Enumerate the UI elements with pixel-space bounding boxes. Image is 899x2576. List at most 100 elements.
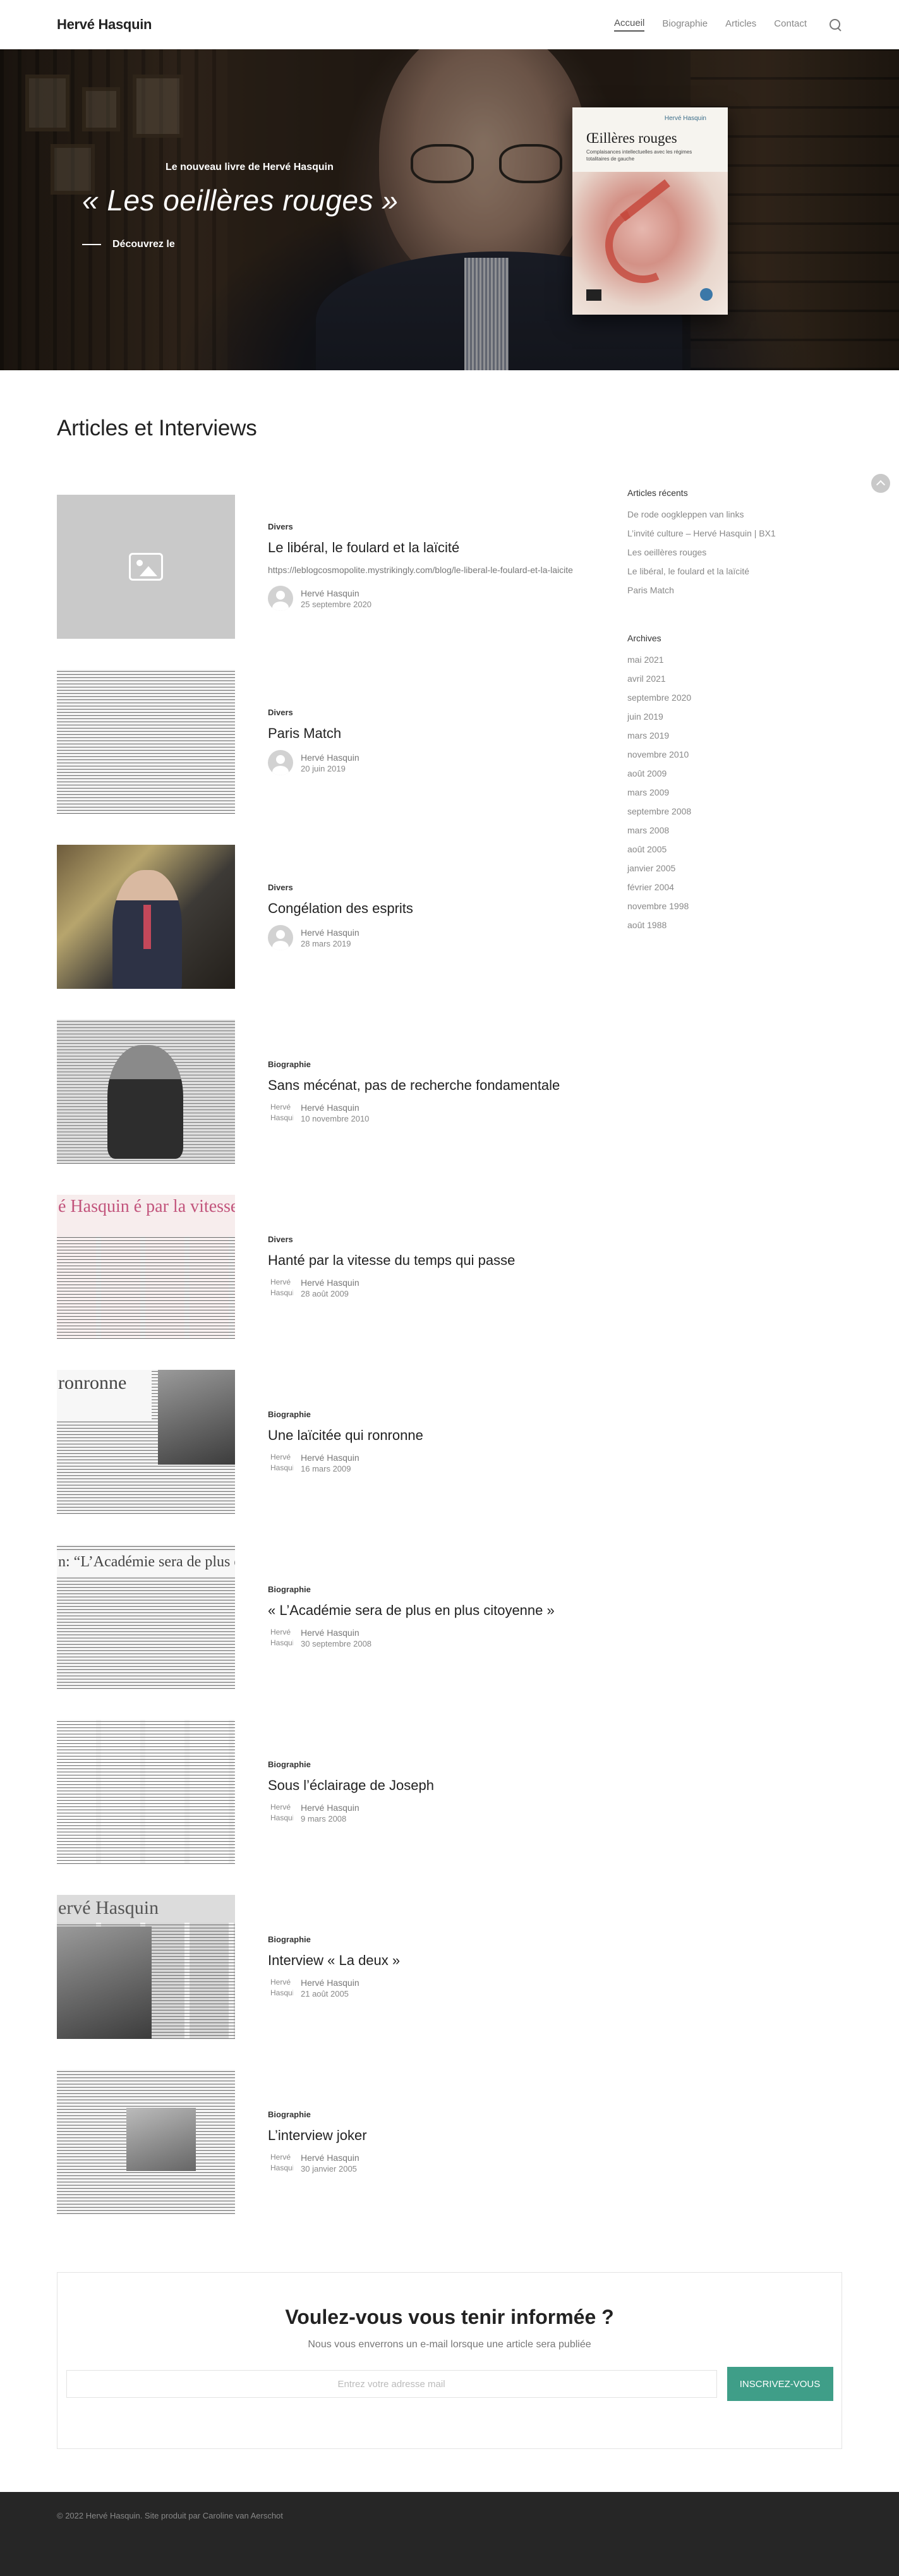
discover-label: Découvrez le [112,239,175,250]
article-category[interactable]: Biographie [268,1060,591,1069]
article-title[interactable]: L’interview joker [268,2127,591,2145]
article-title[interactable]: Paris Match [268,725,591,743]
article-title[interactable]: Sous l’éclairage de Joseph [268,1777,591,1795]
article-category[interactable]: Divers [268,1235,591,1244]
thumbnail-headline: ronronne [57,1369,152,1420]
article-title[interactable]: Interview « La deux » [268,1952,591,1970]
author-name[interactable]: Hervé Hasquin [301,928,359,938]
hero-subtitle: Le nouveau livre de Hervé Hasquin [166,162,334,172]
author-avatar-broken: Hervé Hasquin [270,1803,293,1823]
footer-copyright: © 2022 Hervé Hasquin. Site produit par C… [57,2511,283,2520]
thumbnail-photo [57,1926,152,2039]
article-thumbnail[interactable]: ronronne [57,1369,235,1514]
section-title: Articles et Interviews [57,416,257,440]
archive-link[interactable]: janvier 2005 [627,863,842,873]
archive-link[interactable]: juin 2019 [627,711,842,722]
author-name[interactable]: Hervé Hasquin [301,2153,359,2163]
sidebar: Articles récents De rode oogkleppen van … [627,479,842,2229]
post-date: 21 août 2005 [301,1988,349,1999]
author-avatar [268,925,293,951]
author-avatar-broken: Hervé Hasquin [270,1628,293,1648]
article-category[interactable]: Divers [268,883,591,892]
author-name[interactable]: Hervé Hasquin [301,753,359,763]
publisher-logo [586,289,601,301]
recent-post-link[interactable]: Paris Match [627,585,842,595]
site-footer: © 2022 Hervé Hasquin. Site produit par C… [0,2492,899,2576]
article-category[interactable]: Biographie [268,1410,591,1419]
archive-link[interactable]: novembre 1998 [627,901,842,911]
recent-post-link[interactable]: De rode oogkleppen van links [627,509,842,519]
archive-link[interactable]: avril 2021 [627,674,842,684]
email-field[interactable] [66,2370,717,2398]
author-name[interactable]: Hervé Hasquin [301,1103,369,1113]
recent-posts-list: De rode oogkleppen van links L’invité cul… [627,509,842,595]
author-avatar-broken: Hervé Hasquin [270,1453,293,1473]
thumbnail-photo [158,1369,235,1465]
search-icon[interactable] [828,18,842,32]
article-item: ronronne Biographie Une laïcitée qui ron… [57,1354,591,1529]
author-name[interactable]: Hervé Hasquin [301,1978,359,1988]
archive-link[interactable]: mars 2008 [627,825,842,835]
author-name[interactable]: Hervé Hasquin [301,588,371,598]
article-title[interactable]: Hanté par la vitesse du temps qui passe [268,1252,591,1270]
book-cover[interactable]: Hervé Hasquin Œillères rouges Complaisan… [572,107,728,315]
author-name[interactable]: Hervé Hasquin [301,1803,359,1813]
article-title[interactable]: « L’Académie sera de plus en plus citoye… [268,1602,591,1620]
nav-contact[interactable]: Contact [774,18,807,31]
archive-link[interactable]: mars 2019 [627,730,842,741]
article-thumbnail[interactable] [57,1719,235,1864]
recent-post-link[interactable]: L’invité culture – Hervé Hasquin | BX1 [627,528,842,538]
article-item: Biographie Sous l’éclairage de Joseph He… [57,1704,591,1879]
archive-link[interactable]: mai 2021 [627,655,842,665]
article-title[interactable]: Le libéral, le foulard et la laïcité [268,539,591,557]
article-thumbnail[interactable]: n: “L’Académie sera de plus en plu [57,1544,235,1689]
archive-link[interactable]: septembre 2008 [627,806,842,816]
article-title[interactable]: Sans mécénat, pas de recherche fondament… [268,1077,591,1095]
author-name[interactable]: Hervé Hasquin [301,1453,359,1463]
article-category[interactable]: Biographie [268,1585,591,1594]
site-logo[interactable]: Hervé Hasquin [57,16,152,33]
nav-accueil[interactable]: Accueil [614,18,645,32]
hero-title: « Les oeillères rouges » [82,184,399,217]
article-thumbnail[interactable]: ervé Hasquin [57,1894,235,2039]
nav-biographie[interactable]: Biographie [662,18,708,31]
article-category[interactable]: Biographie [268,1760,591,1769]
article-category[interactable]: Biographie [268,1935,591,1944]
article-thumbnail[interactable] [57,2069,235,2214]
archive-link[interactable]: mars 2009 [627,787,842,797]
article-thumbnail[interactable] [57,1019,235,1164]
article-excerpt: https://leblogcosmopolite.mystrikingly.c… [268,565,573,576]
archive-link[interactable]: août 2009 [627,768,842,778]
subscribe-button[interactable]: INSCRIVEZ-VOUS [727,2367,833,2401]
discover-link[interactable]: Découvrez le [82,239,175,250]
article-title[interactable]: Une laïcitée qui ronronne [268,1427,591,1445]
recent-post-link[interactable]: Le libéral, le foulard et la laïcité [627,566,842,576]
post-date: 16 mars 2009 [301,1463,351,1473]
post-date: 30 janvier 2005 [301,2163,357,2174]
article-title[interactable]: Congélation des esprits [268,900,591,918]
author-name[interactable]: Hervé Hasquin [301,1628,371,1638]
archive-link[interactable]: novembre 2010 [627,749,842,759]
article-thumbnail[interactable] [57,494,235,639]
nav-articles[interactable]: Articles [725,18,756,31]
archive-link[interactable]: septembre 2020 [627,692,842,703]
author-name[interactable]: Hervé Hasquin [301,1278,359,1288]
archive-link[interactable]: février 2004 [627,882,842,892]
newsletter-box: Voulez-vous vous tenir informée ? Nous v… [57,2272,842,2449]
thumbnail-person [107,1044,183,1159]
article-item: Divers Le libéral, le foulard et la laïc… [57,479,591,654]
scroll-to-top-button[interactable] [871,474,890,493]
archive-link[interactable]: août 2005 [627,844,842,854]
recent-post-link[interactable]: Les oeillères rouges [627,547,842,557]
author-avatar [268,586,293,612]
article-thumbnail[interactable] [57,669,235,814]
archive-link[interactable]: août 1988 [627,920,842,930]
article-category[interactable]: Divers [268,522,591,531]
book-badge [700,288,713,301]
article-thumbnail[interactable] [57,844,235,989]
article-category[interactable]: Divers [268,708,591,717]
article-category[interactable]: Biographie [268,2110,591,2119]
book-author: Hervé Hasquin [664,115,706,122]
article-thumbnail[interactable]: é Hasquin é par la vitesse du temps qui [57,1194,235,1339]
post-date: 10 novembre 2010 [301,1113,370,1123]
